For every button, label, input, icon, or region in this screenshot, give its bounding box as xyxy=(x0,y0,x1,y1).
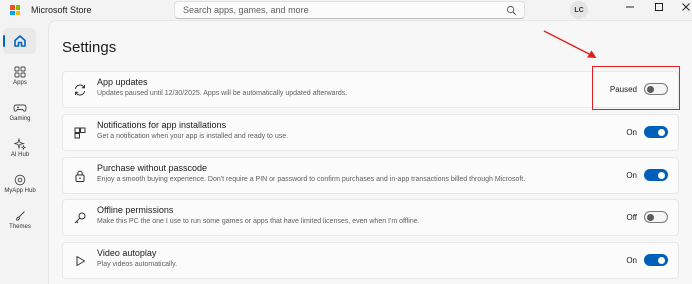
brush-icon xyxy=(16,211,25,221)
toggle-knob xyxy=(658,256,665,264)
play-icon xyxy=(76,256,85,266)
selection-indicator xyxy=(3,35,5,47)
purchase-passcode-toggle[interactable] xyxy=(644,169,668,181)
offline-permissions-toggle[interactable] xyxy=(644,211,668,223)
setting-offline-permissions: Offline permissions Make this PC the one… xyxy=(62,199,679,236)
close-icon xyxy=(682,3,690,11)
apps-notification-icon xyxy=(74,127,86,139)
sidebar-item-label: Gaming xyxy=(9,116,31,122)
sidebar-item-apps[interactable]: Apps xyxy=(0,66,40,100)
setting-title: Video autoplay xyxy=(97,248,157,258)
maximize-icon xyxy=(655,3,663,11)
sidebar-item-label: MyApp Hub xyxy=(4,188,36,194)
close-button[interactable] xyxy=(672,0,692,14)
sidebar-item-label: Apps xyxy=(13,80,27,86)
setting-description: Enjoy a smooth buying experience. Don't … xyxy=(97,176,526,183)
setting-description: Play videos automatically. xyxy=(97,261,178,268)
setting-title: App updates xyxy=(97,77,148,87)
setting-description: Updates paused until 12/30/2025. Apps wi… xyxy=(97,90,348,97)
minimize-icon xyxy=(626,6,634,8)
setting-notifications: Notifications for app installations Get … xyxy=(62,114,679,151)
setting-title: Offline permissions xyxy=(97,205,174,215)
store-logo-icon xyxy=(10,5,20,15)
avatar[interactable]: LC xyxy=(570,1,588,19)
setting-state: On xyxy=(626,128,637,137)
sidebar-item-gaming[interactable]: Gaming xyxy=(0,102,40,136)
sidebar-item-label: Themes xyxy=(9,224,31,230)
toggle-knob xyxy=(658,128,665,136)
sparkle-icon xyxy=(14,138,26,150)
search-icon[interactable] xyxy=(506,5,517,16)
apps-icon xyxy=(14,66,26,78)
setting-title: Purchase without passcode xyxy=(97,163,208,173)
setting-state: On xyxy=(626,256,637,265)
setting-video-autoplay: Video autoplay Play videos automatically… xyxy=(62,242,679,279)
page-title: Settings xyxy=(62,39,117,56)
annotation-highlight-box xyxy=(592,66,680,110)
gamepad-icon xyxy=(13,104,27,112)
sidebar-item-ai-hub[interactable]: AI Hub xyxy=(0,138,40,172)
video-autoplay-toggle[interactable] xyxy=(644,254,668,266)
search-input[interactable] xyxy=(183,5,493,15)
minimize-button[interactable] xyxy=(616,0,644,14)
lock-icon xyxy=(75,170,85,182)
app-title: Microsoft Store xyxy=(31,5,92,15)
notifications-toggle[interactable] xyxy=(644,126,668,138)
sidebar: Apps Gaming AI Hub MyApp Hub Themes xyxy=(0,20,40,284)
sidebar-item-themes[interactable]: Themes xyxy=(0,210,40,244)
setting-state: Off xyxy=(626,213,637,222)
toggle-knob xyxy=(658,171,665,179)
key-icon xyxy=(74,212,86,224)
search-box[interactable] xyxy=(174,1,525,19)
setting-purchase-without-passcode: Purchase without passcode Enjoy a smooth… xyxy=(62,157,679,194)
sidebar-item-myapp-hub[interactable]: MyApp Hub xyxy=(0,174,40,208)
sidebar-item-label: AI Hub xyxy=(10,152,30,158)
refresh-icon xyxy=(75,84,85,96)
annotation-arrow-icon xyxy=(543,30,597,58)
setting-title: Notifications for app installations xyxy=(97,120,227,130)
setting-description: Get a notification when your app is inst… xyxy=(97,133,289,140)
maximize-button[interactable] xyxy=(645,0,673,14)
setting-app-updates: App updates Updates paused until 12/30/2… xyxy=(62,71,679,108)
setting-state: On xyxy=(626,171,637,180)
setting-description: Make this PC the one I use to run some g… xyxy=(97,218,420,225)
home-icon xyxy=(13,35,26,47)
hub-icon xyxy=(14,174,26,186)
title-bar: Microsoft Store LC xyxy=(0,0,692,20)
toggle-knob xyxy=(647,213,654,221)
sidebar-item-home[interactable] xyxy=(3,28,36,54)
